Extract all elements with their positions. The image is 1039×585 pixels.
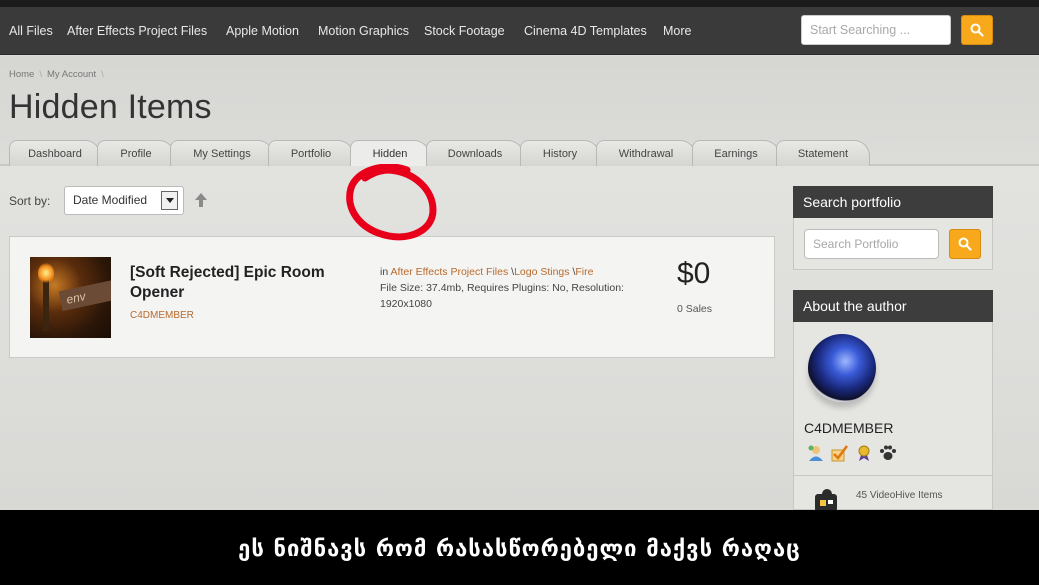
author-items-count[interactable]: 45 VideoHive Items (856, 490, 943, 501)
item-details: File Size: 37.4mb, Requires Plugins: No,… (380, 282, 624, 310)
sidebar-divider (794, 475, 992, 476)
category-link-fire[interactable]: Fire (575, 266, 593, 278)
item-author-link[interactable]: C4DMEMBER (130, 310, 194, 321)
tab-profile[interactable]: Profile (97, 140, 175, 166)
tab-dashboard[interactable]: Dashboard (9, 140, 101, 166)
tab-downloads[interactable]: Downloads (426, 140, 524, 166)
portfolio-search-button[interactable] (949, 229, 981, 259)
item-sales: 0 Sales (677, 303, 713, 315)
thumbnail-logo-text: env (58, 278, 111, 312)
nav-stock-footage[interactable]: Stock Footage (424, 24, 505, 38)
search-portfolio-header: Search portfolio (793, 186, 993, 218)
category-link-logo-stings[interactable]: Logo Stings (514, 266, 569, 278)
top-search-input[interactable] (801, 15, 951, 45)
item-meta: in After Effects Project Files \Logo Sti… (380, 264, 640, 312)
author-name[interactable]: C4DMEMBER (804, 420, 893, 436)
sort-dropdown-toggle[interactable] (161, 191, 178, 210)
category-link-after-effects[interactable]: After Effects Project Files (391, 266, 509, 278)
caption-bar: ეს ნიშნავს რომ რასასწორებელი მაქვს რაღაც (0, 510, 1039, 585)
caption-text: ეს ნიშნავს რომ რასასწორებელი მაქვს რაღაც (238, 537, 801, 562)
tab-withdrawal[interactable]: Withdrawal (596, 140, 696, 166)
nav-all-files[interactable]: All Files (9, 24, 53, 38)
portfolio-search-input[interactable] (804, 229, 939, 259)
tab-history[interactable]: History (520, 140, 600, 166)
about-author-header: About the author (793, 290, 993, 322)
main-navbar: All Files After Effects Project Files Ap… (0, 7, 1039, 55)
top-search-button[interactable] (961, 15, 993, 45)
nav-more[interactable]: More (663, 24, 691, 38)
search-icon (970, 23, 984, 37)
breadcrumb-my-account[interactable]: My Account (47, 69, 96, 80)
item-thumbnail[interactable]: env (30, 257, 111, 338)
tab-statement[interactable]: Statement (776, 140, 870, 166)
item-in-label: in (380, 266, 389, 278)
sort-label: Sort by: (9, 194, 51, 208)
flame-icon (38, 263, 54, 283)
tab-portfolio[interactable]: Portfolio (268, 140, 354, 166)
member-icon (808, 445, 823, 461)
check-icon (831, 445, 849, 462)
award-icon (858, 445, 870, 461)
tab-earnings[interactable]: Earnings (692, 140, 780, 166)
top-strip (0, 0, 1039, 7)
page-area: Home \ My Account \ Hidden Items Dashboard … (0, 56, 1039, 512)
author-avatar[interactable] (808, 334, 876, 402)
breadcrumb-home[interactable]: Home (9, 69, 34, 80)
tab-my-settings[interactable]: My Settings (170, 140, 274, 166)
search-icon (958, 237, 972, 251)
item-title[interactable]: [Soft Rejected] Epic Room Opener (130, 263, 360, 303)
nav-after-effects[interactable]: After Effects Project Files (67, 24, 207, 38)
tab-hidden[interactable]: Hidden (350, 140, 430, 166)
page-title: Hidden Items (9, 88, 212, 126)
paw-icon (880, 445, 896, 460)
caret-down-icon (165, 197, 174, 203)
nav-cinema-4d[interactable]: Cinema 4D Templates (524, 24, 647, 38)
breadcrumb: Home \ My Account \ (9, 69, 104, 80)
sort-ascending-icon[interactable] (194, 192, 208, 208)
nav-apple-motion[interactable]: Apple Motion (226, 24, 299, 38)
hidden-item-card: env [Soft Rejected] Epic Room Opener C4D… (9, 236, 775, 358)
red-circle-annotation (346, 164, 437, 241)
item-price: $0 (677, 257, 711, 290)
nav-motion-graphics[interactable]: Motion Graphics (318, 24, 409, 38)
